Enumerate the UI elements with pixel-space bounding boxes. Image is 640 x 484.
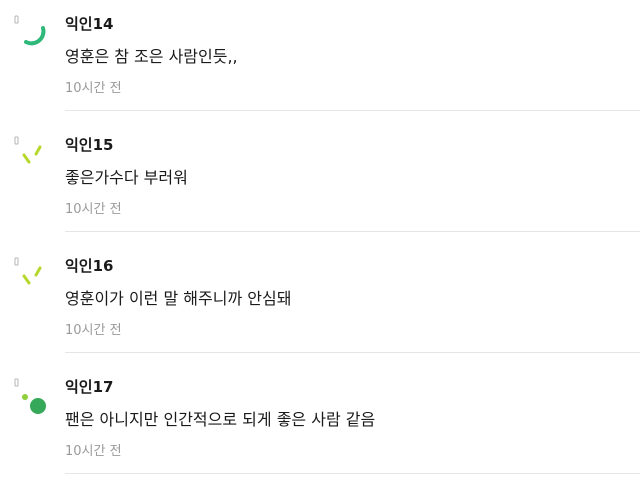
comment-text: 팬은 아니지만 인간적으로 되게 좋은 사람 같음	[65, 410, 376, 429]
comment-item: 익인16 영훈이가 이런 말 해주니까 안심돼 10시간 전	[0, 242, 640, 363]
green-dots-icon	[14, 378, 46, 414]
divider	[65, 110, 640, 111]
avatar[interactable]	[12, 10, 52, 54]
comment-list: 익인14 영훈은 참 조은 사람인듯,, 10시간 전 익인15 좋은가수다 부…	[0, 0, 640, 484]
lime-dashes-icon	[14, 257, 42, 285]
comment-time: 10시간 전	[65, 323, 122, 338]
comment-text: 영훈은 참 조은 사람인듯,,	[65, 47, 238, 66]
comment-author[interactable]: 익인17	[65, 377, 113, 397]
divider	[65, 231, 640, 232]
comment-item: 익인14 영훈은 참 조은 사람인듯,, 10시간 전	[0, 0, 640, 121]
comment-author[interactable]: 익인16	[65, 256, 113, 276]
divider	[65, 473, 640, 474]
comment-time: 10시간 전	[65, 444, 122, 459]
divider	[65, 352, 640, 353]
comment-item: 익인17 팬은 아니지만 인간적으로 되게 좋은 사람 같음 10시간 전	[0, 363, 640, 484]
comment-text: 좋은가수다 부러워	[65, 168, 188, 187]
comment-author[interactable]: 익인15	[65, 135, 113, 155]
comment-time: 10시간 전	[65, 81, 122, 96]
comment-time: 10시간 전	[65, 202, 122, 217]
avatar[interactable]	[12, 252, 52, 296]
green-arc-icon	[14, 15, 46, 46]
avatar[interactable]	[12, 373, 52, 417]
lime-dashes-icon	[14, 136, 42, 164]
comment-text: 영훈이가 이런 말 해주니까 안심돼	[65, 289, 292, 308]
comment-author[interactable]: 익인14	[65, 14, 113, 34]
avatar[interactable]	[12, 131, 52, 175]
comment-item: 익인15 좋은가수다 부러워 10시간 전	[0, 121, 640, 242]
